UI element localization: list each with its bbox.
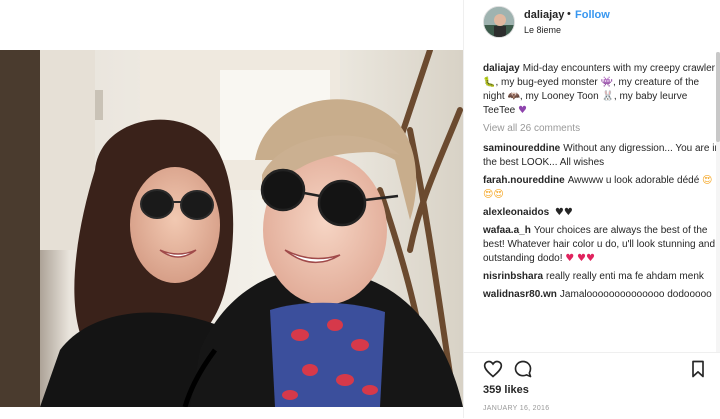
comment-item: walidnasr80.wn Jamaloooooooooooooo dodooo… (483, 288, 720, 302)
red-heart-icon: ♥ (565, 253, 575, 264)
comment-item: saminoureddine Without any digression... … (483, 142, 720, 170)
comment-username[interactable]: wafaa.a_h (483, 225, 531, 236)
post-location[interactable]: Le 8ieme (524, 25, 561, 35)
comment-username[interactable]: nisrinbshara (483, 271, 543, 282)
black-hearts-icon: ♥♥ (554, 207, 573, 218)
comments-scrollbar-thumb[interactable] (716, 52, 720, 142)
comment-username[interactable]: saminoureddine (483, 143, 560, 154)
likes-count[interactable]: 359 likes (483, 384, 529, 396)
caption-text-4: , my Looney Toon (519, 91, 599, 102)
post-username[interactable]: daliajay (524, 9, 564, 21)
comment-icon[interactable] (513, 359, 533, 379)
comment-text: Awwww u look adorable dédé (567, 175, 700, 186)
caption-username[interactable]: daliajay (483, 63, 520, 74)
comment-item: farah.noureddine Awwww u look adorable dé… (483, 174, 720, 202)
bookmark-icon[interactable] (688, 359, 708, 379)
post-photo[interactable] (0, 50, 463, 407)
avatar-image (484, 7, 514, 37)
heart-icon[interactable] (483, 359, 503, 379)
monster-icon: 👾 (600, 77, 613, 88)
comment-text: Jamaloooooooooooooo dodooooo (559, 289, 712, 300)
caption: daliajay Mid-day encounters with my creep… (483, 62, 720, 118)
comment-text: really really enti ma fe ahdam menk (546, 271, 704, 282)
comment-username[interactable]: walidnasr80.wn (483, 289, 557, 300)
comments-list[interactable]: daliajay Mid-day encounters with my creep… (483, 62, 720, 352)
post-date: JANUARY 16, 2016 (483, 405, 550, 412)
caterpillar-icon: 🐛 (483, 77, 496, 88)
caption-text-1: Mid-day encounters with my creepy crawle… (522, 63, 715, 74)
rabbit-icon: 🐰 (601, 91, 614, 102)
post-actions: 359 likes JANUARY 16, 2016 (464, 352, 720, 419)
view-all-comments-link[interactable]: View all 26 comments (483, 122, 720, 136)
avatar[interactable] (483, 6, 515, 38)
post-header: daliajay • Follow Le 8ieme (464, 0, 720, 50)
photo-image (0, 50, 463, 407)
comment-item: alexleonaidos ♥♥ (483, 206, 720, 220)
comment-item: wafaa.a_h Your choices are always the bes… (483, 224, 720, 266)
follow-button[interactable]: Follow (575, 9, 610, 21)
comment-username[interactable]: alexleonaidos (483, 207, 549, 218)
broken-hearts-icon: ♥♥ (577, 253, 595, 264)
separator-dot: • (567, 8, 571, 20)
post-sidebar: daliajay • Follow Le 8ieme daliajay Mid-d… (463, 0, 720, 418)
bat-icon: 🦇 (507, 91, 520, 102)
caption-text-2: , my bug-eyed monster (495, 77, 598, 88)
purple-heart-icon: ♥ (518, 105, 527, 116)
comment-username[interactable]: farah.noureddine (483, 175, 565, 186)
comment-item: nisrinbshara really really enti ma fe ahd… (483, 270, 720, 284)
